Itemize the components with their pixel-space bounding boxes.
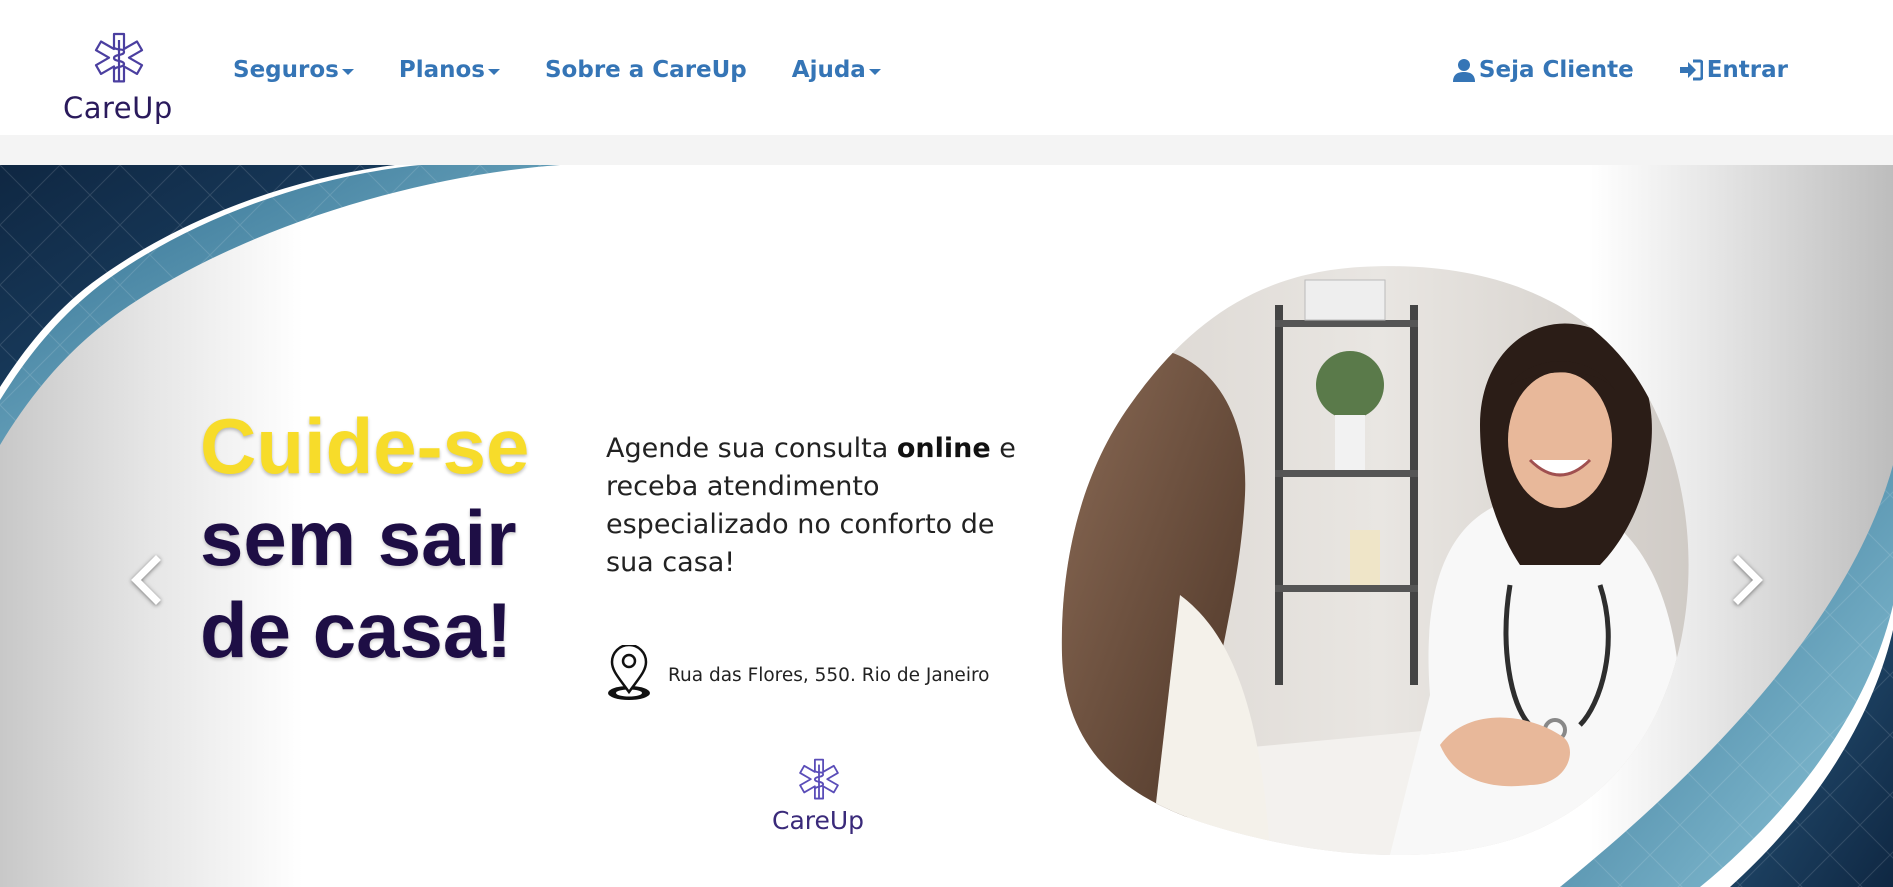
chevron-right-icon (1733, 555, 1763, 605)
navbar-spacer (0, 135, 1893, 165)
nav-seguros[interactable]: Seguros (233, 57, 354, 83)
seja-cliente-link[interactable]: Seja Cliente (1452, 57, 1634, 83)
caduceus-star-icon (799, 758, 839, 800)
description-part-1: Agende sua consulta (606, 433, 897, 464)
hero-logo: CareUp (770, 758, 870, 843)
seja-cliente-label: Seja Cliente (1478, 57, 1634, 83)
caduceus-star-icon (94, 32, 144, 83)
caret-down-icon (487, 68, 500, 75)
hero-headline: Cuide-se sem sair de casa! (200, 400, 529, 676)
caret-down-icon (341, 68, 354, 75)
map-pin-icon (606, 643, 652, 706)
headline-line-3: de casa! (200, 586, 513, 674)
entrar-label: Entrar (1706, 57, 1788, 83)
carousel-prev-button[interactable] (126, 550, 166, 610)
nav-seguros-label: Seguros (233, 57, 339, 83)
primary-nav: Seguros Planos Sobre a CareUp Ajuda (233, 57, 881, 83)
carousel-next-button[interactable] (1728, 550, 1768, 610)
top-navbar: CareUp Seguros Planos Sobre a CareUp Aju… (0, 0, 1893, 135)
hero-description: Agende sua consulta online e receba aten… (606, 430, 1046, 582)
nav-ajuda[interactable]: Ajuda (792, 57, 881, 83)
entrar-link[interactable]: Entrar (1679, 57, 1788, 83)
sign-in-icon (1679, 59, 1703, 81)
address-text: Rua das Flores, 550. Rio de Janeiro (668, 665, 990, 686)
headline-line-1: Cuide-se (200, 402, 530, 490)
nav-ajuda-label: Ajuda (791, 57, 866, 83)
headline-line-2: sem sair (200, 494, 517, 582)
account-nav: Seja Cliente Entrar (1452, 57, 1788, 83)
caret-down-icon (868, 68, 881, 75)
doctor-consultation-photo (1061, 266, 1689, 855)
hero-carousel: Cuide-se sem sair de casa! Agende sua co… (0, 165, 1893, 887)
nav-sobre[interactable]: Sobre a CareUp (545, 57, 747, 83)
nav-sobre-label: Sobre a CareUp (544, 57, 747, 83)
user-icon (1452, 58, 1475, 82)
brand-name: CareUp (63, 91, 173, 125)
chevron-left-icon (131, 555, 161, 605)
hero-address: Rua das Flores, 550. Rio de Janeiro (606, 643, 990, 706)
brand-logo[interactable]: CareUp (60, 32, 178, 128)
hero-logo-text: CareUp (772, 806, 865, 835)
nav-planos[interactable]: Planos (399, 57, 500, 83)
description-bold: online (896, 433, 991, 464)
nav-planos-label: Planos (398, 57, 485, 83)
